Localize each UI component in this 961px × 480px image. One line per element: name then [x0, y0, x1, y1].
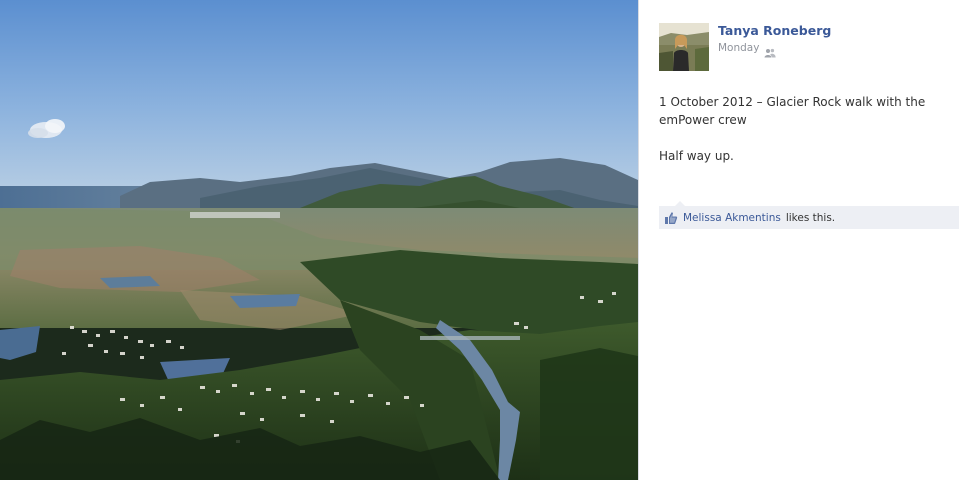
photo-viewer: Tanya Roneberg Monday 1 October 2012 – G…: [0, 0, 961, 480]
avatar[interactable]: [659, 23, 709, 71]
post-caption: 1 October 2012 – Glacier Rock walk with …: [659, 93, 949, 183]
thumbs-up-icon[interactable]: [664, 211, 678, 225]
liker-link[interactable]: Melissa Akmentins: [683, 212, 781, 224]
caption-line: Half way up.: [659, 149, 734, 163]
post-meta: Monday: [718, 41, 777, 58]
aerial-landscape-photo[interactable]: [0, 0, 638, 480]
side-panel: Tanya Roneberg Monday 1 October 2012 – G…: [639, 0, 961, 480]
avatar-photo: [659, 23, 709, 71]
author-row: Tanya Roneberg Monday: [659, 23, 949, 73]
author-name[interactable]: Tanya Roneberg: [718, 23, 831, 38]
likes-suffix: likes this.: [785, 211, 836, 224]
post-timestamp[interactable]: Monday: [718, 42, 759, 54]
friends-icon[interactable]: [764, 43, 777, 58]
photo-stage[interactable]: [0, 0, 638, 480]
likes-pointer: [675, 201, 685, 206]
likes-box: Melissa Akmentins likes this.: [659, 201, 959, 229]
caption-line: 1 October 2012 – Glacier Rock walk with …: [659, 95, 926, 127]
